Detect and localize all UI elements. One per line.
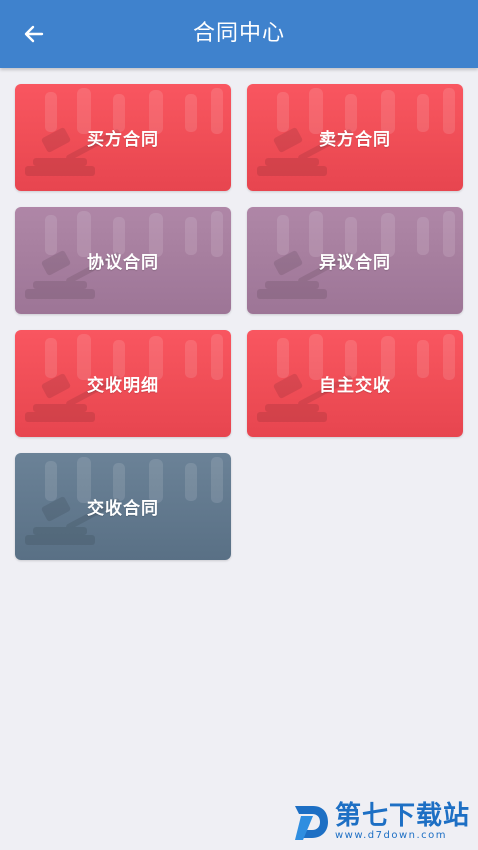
card-agreement-contract[interactable]: 协议合同 [15,207,231,314]
d7-logo-icon [294,806,328,840]
card-delivery-details[interactable]: 交收明细 [15,330,231,437]
card-label: 卖方合同 [319,130,391,150]
page-title: 合同中心 [192,21,285,46]
card-label: 交收合同 [87,499,159,519]
card-label: 买方合同 [87,130,159,150]
watermark-title: 第七下载站 [334,801,470,831]
card-seller-contract[interactable]: 卖方合同 [247,84,463,191]
contract-center-screen: 合同中心 买方合同 卖方合同 协议合同 异议合同 交收明细 自主交收 交收合同 … [0,0,478,850]
top-app-bar: 合同中心 [0,0,478,68]
card-self-delivery[interactable]: 自主交收 [247,330,463,437]
card-delivery-contract[interactable]: 交收合同 [15,453,231,560]
card-label: 交收明细 [87,376,159,396]
card-label: 异议合同 [319,253,391,273]
card-label: 自主交收 [319,376,391,396]
card-buyer-contract[interactable]: 买方合同 [15,84,231,191]
watermark-url: www.d7down.com [334,830,448,841]
card-objection-contract[interactable]: 异议合同 [247,207,463,314]
site-watermark: 第七下载站 www.d7down.com [291,800,470,844]
card-label: 协议合同 [87,253,159,273]
